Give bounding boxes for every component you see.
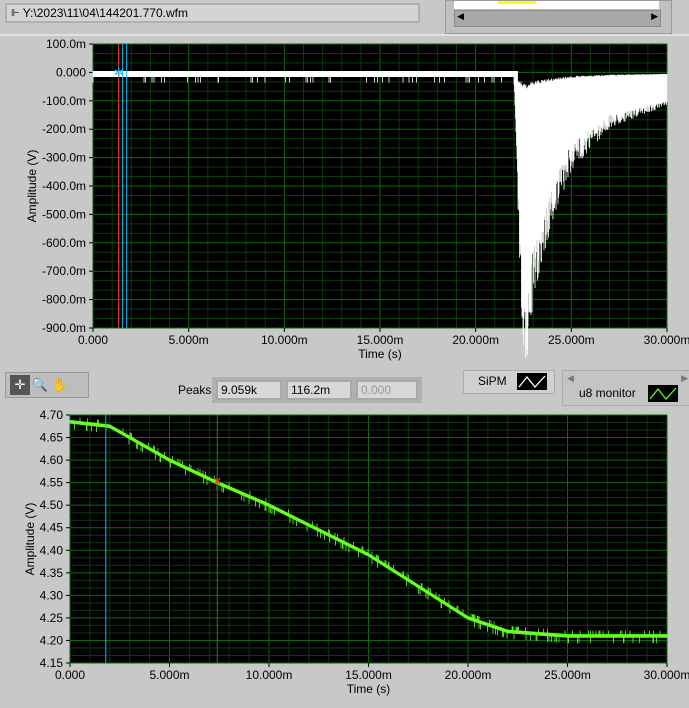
legend-scroll-left-icon[interactable]: ◀ (567, 373, 574, 384)
graph-palette: ✛ 🔍 ✋ (5, 372, 89, 398)
x-tick-label: 30.000m (644, 333, 689, 347)
y-tick-label: 100.0m (46, 37, 86, 51)
sipm-line-icon (517, 373, 547, 390)
y-tick-label: -400.0m (42, 179, 86, 193)
horizontal-scrollbar[interactable]: ◀ ▶ (454, 10, 661, 27)
x-tick-label: 30.000m (644, 668, 689, 682)
x-tick-label: 20.000m (452, 333, 499, 347)
peaks-value-0[interactable]: 9.059k (216, 380, 282, 400)
x-tick-label: 0.000 (55, 668, 85, 682)
x-tick-label: 25.000m (544, 668, 591, 682)
x-tick-label: 5.000m (169, 333, 209, 347)
x-tick-label: 10.000m (246, 668, 293, 682)
y-tick-label: 4.70 (40, 408, 64, 422)
cursor-marker: ✕ (212, 475, 222, 489)
y-tick-label: 4.35 (40, 566, 64, 580)
x-tick-label: 15.000m (345, 668, 392, 682)
peaks-value-1[interactable]: 116.2m (286, 380, 352, 400)
cursor-marker: ✲ (114, 65, 124, 79)
y-tick-label: 4.50 (40, 498, 64, 512)
y-tick-label: -100.0m (42, 94, 86, 108)
table-panel: ◀ ▶ (445, 0, 672, 34)
y-tick-label: 4.65 (40, 431, 64, 445)
cursor-move-icon[interactable]: ✛ (10, 375, 30, 395)
u8-monitor-graph[interactable]: 0.000 5.000m 10.000m 15.000m 20.000m 25.000m 3… (0, 404, 689, 708)
peaks-value-2[interactable]: 0.000 (356, 380, 418, 400)
y-tick-label: -800.0m (42, 293, 86, 307)
legend-scroll-right-icon[interactable]: ▶ (681, 373, 688, 384)
path-icon: ⊩ (11, 7, 20, 19)
zoom-icon[interactable]: 🔍 (30, 375, 50, 395)
x-tick-label: 20.000m (445, 668, 492, 682)
table-cells (454, 1, 659, 9)
scroll-right-icon[interactable]: ▶ (651, 11, 658, 22)
x-axis-label: Time (s) (347, 682, 391, 696)
y-tick-label: 4.55 (40, 476, 64, 490)
y-tick-label: -500.0m (42, 207, 86, 221)
peaks-label: Peaks (178, 383, 212, 397)
x-tick-label: 0.000 (78, 333, 108, 347)
u8-line-icon (648, 385, 678, 402)
y-tick-label: 4.20 (40, 633, 64, 647)
y-tick-label: -200.0m (42, 122, 86, 136)
file-path-field[interactable]: ⊩ Y:\2023\11\04\144201.770.wfm (5, 3, 420, 23)
x-tick-label: 15.000m (357, 333, 404, 347)
file-path-value: Y:\2023\11\04\144201.770.wfm (22, 6, 188, 20)
legend-sipm[interactable]: SiPM (463, 370, 555, 394)
y-tick-label: 4.40 (40, 543, 64, 557)
x-tick-label: 10.000m (261, 333, 308, 347)
y-tick-label: -300.0m (42, 151, 86, 165)
y-axis-label: Amplitude (V) (23, 503, 37, 576)
sipm-graph[interactable]: 0.000 5.000m 10.000m 15.000m 20.000m 25.000m 3… (0, 36, 689, 366)
y-tick-label: 4.25 (40, 611, 64, 625)
table-highlight (498, 1, 536, 4)
x-axis-label: Time (s) (358, 347, 402, 361)
y-tick-label: 4.30 (40, 588, 64, 602)
y-tick-label: 4.60 (40, 453, 64, 467)
legend-u8[interactable]: ◀ ▶ u8 monitor (562, 370, 689, 406)
y-tick-label: -700.0m (42, 264, 86, 278)
y-tick-label: 4.15 (40, 656, 64, 670)
y-tick-label: -900.0m (42, 321, 86, 335)
y-tick-label: -600.0m (42, 236, 86, 250)
scroll-left-icon[interactable]: ◀ (457, 11, 464, 22)
y-tick-label: 0.000 (56, 65, 86, 79)
y-tick-label: 4.45 (40, 521, 64, 535)
legend-u8-label: u8 monitor (579, 386, 636, 400)
pan-hand-icon[interactable]: ✋ (50, 375, 70, 395)
y-axis-label: Amplitude (V) (25, 150, 39, 223)
x-tick-label: 25.000m (548, 333, 595, 347)
legend-sipm-label: SiPM (478, 374, 507, 388)
x-tick-label: 5.000m (149, 668, 189, 682)
